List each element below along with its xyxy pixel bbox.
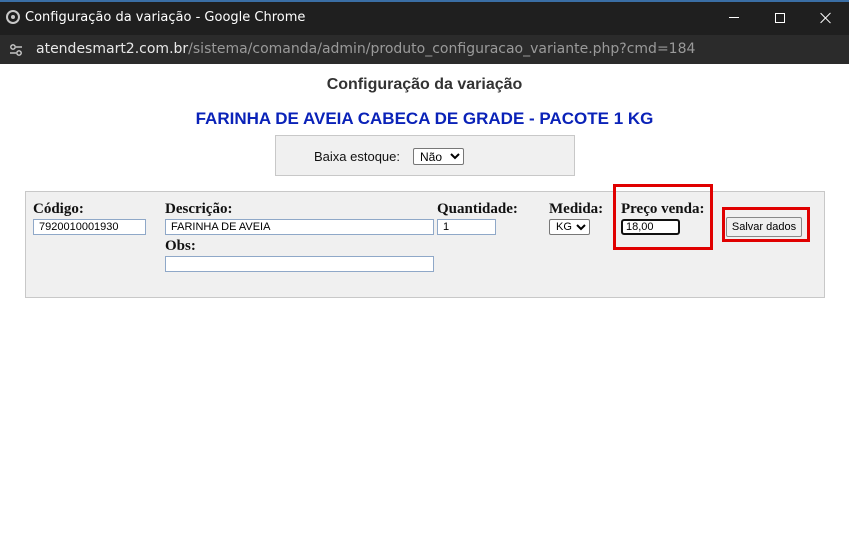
quantidade-input[interactable] — [437, 219, 496, 235]
product-name: FARINHA DE AVEIA CABECA DE GRADE - PACOT… — [195, 109, 654, 128]
minimize-button[interactable] — [711, 0, 757, 35]
stock-select[interactable]: Não — [413, 148, 464, 165]
url-text[interactable]: atendesmart2.com.br/sistema/comanda/admi… — [36, 41, 695, 57]
obs-label: Obs: — [165, 238, 196, 254]
window-title: Configuração da variação - Google Chrome — [25, 10, 306, 25]
codigo-label: Código: — [33, 201, 84, 217]
page-title: Configuração da variação — [326, 76, 523, 93]
save-highlight-box — [722, 207, 810, 242]
descricao-label: Descrição: — [165, 201, 233, 217]
stock-label: Baixa estoque: — [314, 149, 401, 164]
close-icon — [820, 12, 832, 24]
window-titlebar: Configuração da variação - Google Chrome — [0, 0, 849, 35]
maximize-button[interactable] — [757, 0, 803, 35]
address-bar: atendesmart2.com.br/sistema/comanda/admi… — [0, 35, 849, 64]
price-highlight-box — [613, 184, 713, 250]
obs-input[interactable] — [165, 256, 434, 272]
quantidade-label: Quantidade: — [437, 201, 518, 217]
url-path: /sistema/comanda/admin/produto_configura… — [188, 41, 696, 57]
medida-select[interactable]: KG — [549, 219, 590, 235]
medida-label: Medida: — [549, 201, 604, 217]
close-window-button[interactable] — [803, 0, 849, 35]
site-info-icon[interactable] — [8, 42, 24, 58]
maximize-icon — [775, 12, 785, 23]
codigo-input[interactable] — [33, 219, 146, 235]
minimize-icon — [729, 17, 739, 18]
stock-setting-box: Baixa estoque: Não — [275, 135, 575, 176]
descricao-input[interactable] — [165, 219, 434, 235]
chrome-app-icon — [6, 10, 20, 24]
url-host: atendesmart2.com.br — [36, 41, 189, 57]
page-content: Configuração da variação FARINHA DE AVEI… — [0, 64, 849, 547]
